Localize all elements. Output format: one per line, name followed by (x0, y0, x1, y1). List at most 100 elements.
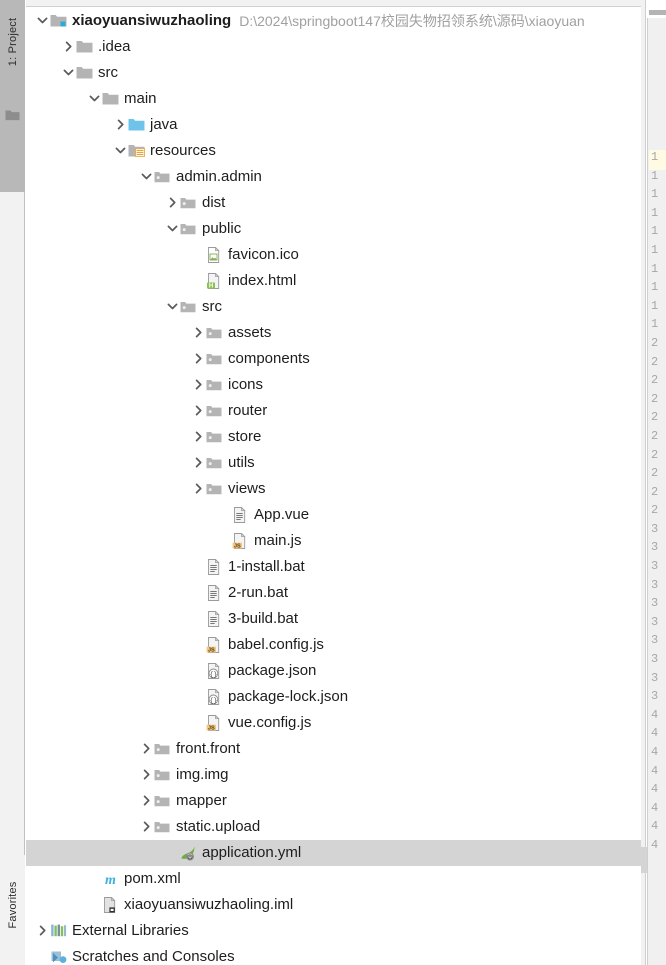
tree-row-resources[interactable]: resources (26, 138, 641, 164)
tree-row-label: static.upload (176, 818, 261, 835)
svg-text:JS: JS (208, 647, 215, 653)
gutter-line-number: 4 (651, 745, 659, 759)
folder-icon (5, 108, 20, 121)
tree-row-iml[interactable]: xiaoyuansiwuzhaoling.iml (26, 892, 641, 918)
tree-row-assets[interactable]: assets (26, 320, 641, 346)
tree-row-front-front[interactable]: front.front (26, 736, 641, 762)
gutter-line-number: 1 (651, 317, 659, 332)
tree-row-vue-config-js[interactable]: JS vue.config.js (26, 710, 641, 736)
tree-row-app-vue[interactable]: App.vue (26, 502, 641, 528)
chevron-right-icon[interactable] (166, 190, 180, 216)
tree-row-external-libraries[interactable]: External Libraries (26, 918, 641, 944)
chevron-down-icon[interactable] (62, 60, 76, 86)
tree-row-components[interactable]: components (26, 346, 641, 372)
tree-row-mapper[interactable]: mapper (26, 788, 641, 814)
tree-row-java[interactable]: java (26, 112, 641, 138)
tree-row-favicon-ico[interactable]: favicon.ico (26, 242, 641, 268)
gutter-line-number: 1 (651, 205, 659, 220)
tree-row-index-html[interactable]: Hindex.html (26, 268, 641, 294)
chevron-down-icon[interactable] (140, 164, 154, 190)
iml-file-icon (102, 892, 120, 918)
chevron-right-icon[interactable] (140, 814, 154, 840)
chevron-right-icon[interactable] (192, 372, 206, 398)
tree-row-public[interactable]: public (26, 216, 641, 242)
project-tree[interactable]: xiaoyuansiwuzhaoling D:\2024\springboot14… (26, 8, 641, 965)
package-folder-icon (206, 346, 224, 372)
chevron-right-icon[interactable] (140, 736, 154, 762)
tree-row-dist[interactable]: dist (26, 190, 641, 216)
package-folder-icon (180, 294, 198, 320)
chevron-right-icon[interactable] (192, 346, 206, 372)
tree-row-pom-xml[interactable]: m pom.xml (26, 866, 641, 892)
tree-row-package-json[interactable]: {} package.json (26, 658, 641, 684)
spring-yml-file-icon (180, 840, 198, 866)
stripe-tab-favorites[interactable]: Favorites (0, 855, 25, 965)
tree-row-babel-config-js[interactable]: JS babel.config.js (26, 632, 641, 658)
tree-row-src[interactable]: src (26, 60, 641, 86)
tree-row-static-upload[interactable]: static.upload (26, 814, 641, 840)
chevron-down-icon[interactable] (36, 8, 50, 34)
tree-row-icons[interactable]: icons (26, 372, 641, 398)
chevron-right-icon[interactable] (140, 788, 154, 814)
tree-row-label: front.front (176, 740, 241, 757)
tree-row-store[interactable]: store (26, 424, 641, 450)
chevron-right-icon[interactable] (36, 918, 50, 944)
tree-row-3-build-bat[interactable]: 3-build.bat (26, 606, 641, 632)
tree-row-admin-src[interactable]: src (26, 294, 641, 320)
tree-row-label: pom.xml (124, 870, 181, 887)
horizontal-scrollbar-thumb[interactable] (649, 10, 666, 15)
stripe-tab-project[interactable]: 1: Project (0, 0, 25, 192)
tree-row-main[interactable]: main (26, 86, 641, 112)
chevron-right-icon[interactable] (192, 476, 206, 502)
tree-row-utils[interactable]: utils (26, 450, 641, 476)
chevron-right-icon[interactable] (114, 112, 128, 138)
chevron-down-icon[interactable] (114, 138, 128, 164)
tree-row-label: main (124, 90, 157, 107)
chevron-right-icon[interactable] (192, 424, 206, 450)
chevron-down-icon[interactable] (166, 216, 180, 242)
gutter-line-number: 4 (651, 800, 659, 815)
tree-row-img-img[interactable]: img.img (26, 762, 641, 788)
gutter-line-number: 3 (651, 689, 659, 704)
tree-row-idea[interactable]: .idea (26, 34, 641, 60)
left-tool-window-stripe: 1: Project Favorites (0, 0, 25, 965)
tree-row-main-js[interactable]: JS main.js (26, 528, 641, 554)
gutter-line-number: 1 (651, 224, 659, 239)
gutter-line-number: 3 (651, 559, 659, 574)
chevron-down-icon[interactable] (88, 86, 102, 112)
tree-row-2-run-bat[interactable]: 2-run.bat (26, 580, 641, 606)
project-panel-toolbar[interactable] (26, 0, 641, 7)
chevron-right-icon[interactable] (192, 450, 206, 476)
chevron-right-icon[interactable] (140, 762, 154, 788)
gutter-line-number: 1 (651, 242, 659, 257)
tree-row-1-install-bat[interactable]: 1-install.bat (26, 554, 641, 580)
tree-row-application-yml[interactable]: application.yml (26, 840, 641, 866)
chevron-right-icon[interactable] (62, 34, 76, 60)
svg-text:{}: {} (209, 697, 217, 704)
tree-row-views[interactable]: views (26, 476, 641, 502)
tree-row-scratches-and-consoles[interactable]: Scratches and Consoles (26, 944, 641, 965)
tree-row-label: xiaoyuansiwuzhaoling.iml (124, 896, 294, 913)
editor-gutter[interactable]: 1 1 1 1 1 1 1 1 1 1 2 2 2 2 2 2 2 2 2 2 3 3 3 3 3 3 3 3 3 3 4 4 4 4 4 4 4 4 (647, 18, 666, 965)
gutter-line-number: 4 (651, 837, 659, 852)
panel-splitter[interactable] (641, 0, 646, 965)
chevron-down-icon[interactable] (166, 294, 180, 320)
tree-row-admin-admin[interactable]: admin.admin (26, 164, 641, 190)
tree-row-label: main.js (254, 532, 302, 549)
tree-row-package-lock-json[interactable]: {} package-lock.json (26, 684, 641, 710)
tree-row-router[interactable]: router (26, 398, 641, 424)
chevron-right-icon[interactable] (192, 398, 206, 424)
ide-window: 1: Project Favorites xiaoyuansiwuzhaolin… (0, 0, 666, 965)
package-folder-icon (206, 320, 224, 346)
gutter-line-number: 1 (651, 187, 659, 202)
tree-row-project-root[interactable]: xiaoyuansiwuzhaoling D:\2024\springboot14… (26, 8, 641, 34)
tree-row-label: icons (228, 376, 264, 393)
chevron-right-icon[interactable] (192, 320, 206, 346)
tree-row-label: utils (228, 454, 255, 471)
tree-row-label: public (202, 220, 242, 237)
json-file-icon: {} (206, 658, 224, 684)
